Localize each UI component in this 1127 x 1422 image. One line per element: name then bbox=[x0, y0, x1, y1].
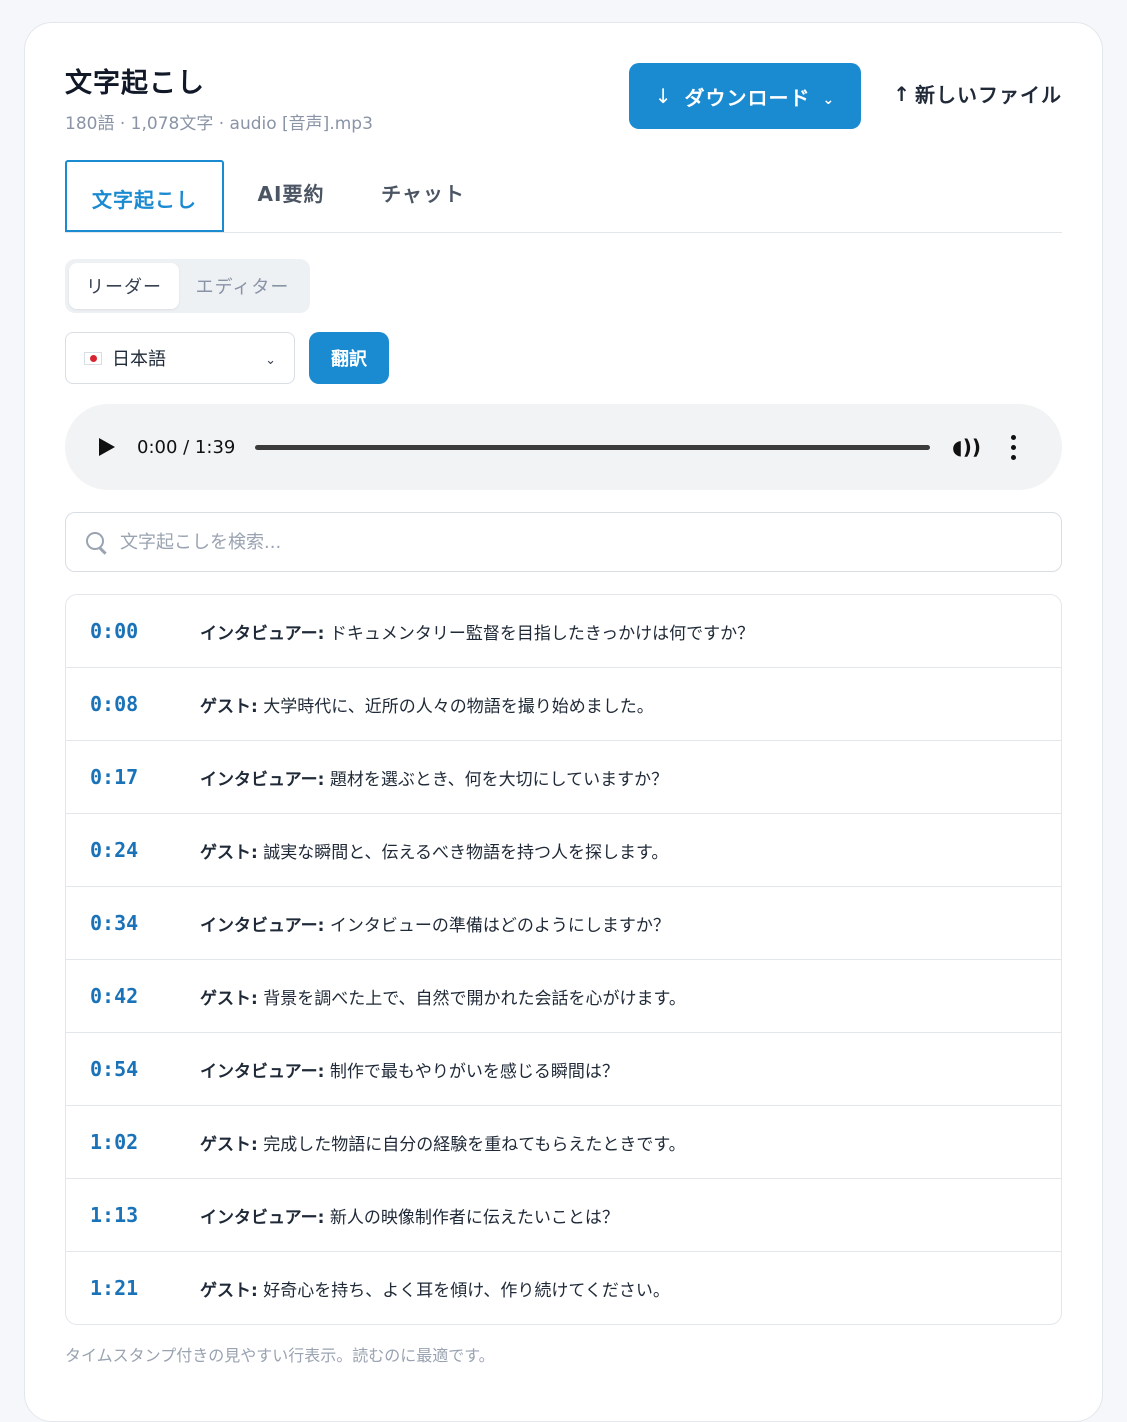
timestamp[interactable]: 0:24 bbox=[90, 838, 200, 862]
page-title: 文字起こし bbox=[65, 68, 205, 99]
speaker-label: ゲスト: bbox=[200, 1134, 258, 1155]
transcript-row[interactable]: 0:17 インタビュアー: 題材を選ぶとき、何を大切にしていますか？ bbox=[66, 740, 1061, 813]
timestamp[interactable]: 1:21 bbox=[90, 1276, 200, 1300]
language-selected: 日本語 bbox=[112, 349, 166, 370]
utterance: 題材を選ぶとき、何を大切にしていますか？ bbox=[324, 769, 669, 790]
speaker-label: ゲスト: bbox=[200, 696, 258, 717]
timestamp[interactable]: 0:17 bbox=[90, 765, 200, 789]
transcript-row[interactable]: 0:24 ゲスト: 誠実な瞬間と、伝えるべき物語を持つ人を探します。 bbox=[66, 813, 1061, 886]
playback-time: 0:00 / 1:39 bbox=[137, 436, 236, 458]
progress-bar[interactable] bbox=[255, 444, 931, 450]
editor-mode-button[interactable]: エディター bbox=[179, 263, 306, 309]
speaker-label: インタビュアー: bbox=[200, 1061, 325, 1082]
transcript-text: インタビュアー: インタビューの準備はどのようにしますか？ bbox=[200, 911, 670, 936]
tab-ai-summary[interactable]: AI要約 bbox=[224, 160, 358, 232]
utterance: 大学時代に、近所の人々の物語を撮り始めました。 bbox=[257, 696, 654, 717]
transcript-text: インタビュアー: 制作で最もやりがいを感じる瞬間は？ bbox=[200, 1057, 619, 1082]
transcript-row[interactable]: 0:08 ゲスト: 大学時代に、近所の人々の物語を撮り始めました。 bbox=[66, 667, 1061, 740]
download-button[interactable]: ↓ ダウンロード ⌄ bbox=[629, 63, 861, 129]
play-icon[interactable] bbox=[99, 438, 115, 456]
tab-bar: 文字起こし AI要約 チャット bbox=[65, 160, 1062, 233]
speaker-label: ゲスト: bbox=[200, 1280, 258, 1301]
file-info: 180語 · 1,078文字 · audio [音声].mp3 bbox=[65, 114, 373, 134]
upload-icon: ↑ bbox=[893, 81, 911, 106]
new-file-button[interactable]: ↑ 新しいファイル bbox=[893, 79, 1062, 108]
utterance: 完成した物語に自分の経験を重ねてもらえたときです。 bbox=[257, 1134, 686, 1155]
timestamp[interactable]: 0:42 bbox=[90, 984, 200, 1008]
utterance: インタビューの準備はどのようにしますか？ bbox=[324, 915, 670, 936]
tab-transcript[interactable]: 文字起こし bbox=[65, 160, 224, 232]
speaker-label: ゲスト: bbox=[200, 988, 258, 1009]
transcript-text: ゲスト: 背景を調べた上で、自然で開かれた会話を心がけます。 bbox=[200, 984, 686, 1009]
footer-note: タイムスタンプ付きの見やすい行表示。読むのに最適です。 bbox=[65, 1346, 495, 1365]
speaker-label: インタビュアー: bbox=[200, 769, 325, 790]
transcript-text: ゲスト: 誠実な瞬間と、伝えるべき物語を持つ人を探します。 bbox=[200, 838, 668, 863]
timestamp[interactable]: 1:02 bbox=[90, 1130, 200, 1154]
search-box bbox=[65, 512, 1062, 572]
timestamp[interactable]: 1:13 bbox=[90, 1203, 200, 1227]
utterance: 誠実な瞬間と、伝えるべき物語を持つ人を探します。 bbox=[257, 842, 669, 863]
download-label: ダウンロード bbox=[684, 85, 811, 110]
speaker-label: ゲスト: bbox=[200, 842, 258, 863]
transcript-list: 0:00 インタビュアー: ドキュメンタリー監督を目指したきっかけは何ですか？ 0:… bbox=[65, 594, 1062, 1325]
utterance: 新人の映像制作者に伝えたいことは？ bbox=[324, 1207, 619, 1228]
transcript-text: ゲスト: 完成した物語に自分の経験を重ねてもらえたときです。 bbox=[200, 1130, 686, 1155]
translate-button[interactable]: 翻訳 bbox=[309, 332, 389, 384]
transcript-text: インタビュアー: ドキュメンタリー監督を目指したきっかけは何ですか？ bbox=[200, 619, 754, 644]
utterance: 制作で最もやりがいを感じる瞬間は？ bbox=[324, 1061, 619, 1082]
timestamp[interactable]: 0:08 bbox=[90, 692, 200, 716]
japan-flag-icon bbox=[84, 351, 102, 365]
audio-player: 0:00 / 1:39 ◖)) bbox=[65, 404, 1062, 490]
transcript-row[interactable]: 0:34 インタビュアー: インタビューの準備はどのようにしますか？ bbox=[66, 886, 1061, 959]
volume-icon[interactable]: ◖)) bbox=[952, 435, 981, 459]
transcript-row[interactable]: 0:54 インタビュアー: 制作で最もやりがいを感じる瞬間は？ bbox=[66, 1032, 1061, 1105]
chevron-down-icon: ⌄ bbox=[265, 353, 276, 368]
speaker-label: インタビュアー: bbox=[200, 1207, 325, 1228]
search-input[interactable] bbox=[120, 531, 1041, 553]
transcript-card: 文字起こし 180語 · 1,078文字 · audio [音声].mp3 ↓ … bbox=[24, 22, 1103, 1422]
transcript-text: インタビュアー: 新人の映像制作者に伝えたいことは？ bbox=[200, 1203, 619, 1228]
language-select[interactable]: 日本語 ⌄ bbox=[65, 332, 295, 384]
transcript-text: ゲスト: 大学時代に、近所の人々の物語を撮り始めました。 bbox=[200, 692, 654, 717]
new-file-label: 新しいファイル bbox=[915, 83, 1062, 107]
transcript-text: インタビュアー: 題材を選ぶとき、何を大切にしていますか？ bbox=[200, 765, 668, 790]
utterance: 好奇心を持ち、よく耳を傾け、作り続けてください。 bbox=[257, 1280, 670, 1301]
timestamp[interactable]: 0:54 bbox=[90, 1057, 200, 1081]
more-options-icon[interactable] bbox=[1011, 434, 1016, 460]
transcript-row[interactable]: 1:02 ゲスト: 完成した物語に自分の経験を重ねてもらえたときです。 bbox=[66, 1105, 1061, 1178]
transcript-row[interactable]: 1:21 ゲスト: 好奇心を持ち、よく耳を傾け、作り続けてください。 bbox=[66, 1251, 1061, 1324]
download-icon: ↓ bbox=[654, 84, 673, 108]
speaker-label: インタビュアー: bbox=[200, 623, 325, 644]
speaker-label: インタビュアー: bbox=[200, 915, 325, 936]
transcript-row[interactable]: 0:00 インタビュアー: ドキュメンタリー監督を目指したきっかけは何ですか？ bbox=[66, 595, 1061, 667]
transcript-row[interactable]: 1:13 インタビュアー: 新人の映像制作者に伝えたいことは？ bbox=[66, 1178, 1061, 1251]
transcript-row[interactable]: 0:42 ゲスト: 背景を調べた上で、自然で開かれた会話を心がけます。 bbox=[66, 959, 1061, 1032]
chevron-down-icon: ⌄ bbox=[822, 92, 836, 108]
reader-mode-button[interactable]: リーダー bbox=[69, 263, 179, 309]
utterance: 背景を調べた上で、自然で開かれた会話を心がけます。 bbox=[257, 988, 686, 1009]
language-row: 日本語 ⌄ 翻訳 bbox=[65, 332, 1062, 384]
timestamp[interactable]: 0:34 bbox=[90, 911, 200, 935]
transcript-text: ゲスト: 好奇心を持ち、よく耳を傾け、作り続けてください。 bbox=[200, 1276, 670, 1301]
header: 文字起こし 180語 · 1,078文字 · audio [音声].mp3 ↓ … bbox=[65, 23, 1062, 161]
view-mode-toggle: リーダー エディター bbox=[65, 259, 310, 313]
tab-chat[interactable]: チャット bbox=[358, 160, 488, 232]
timestamp[interactable]: 0:00 bbox=[90, 619, 200, 643]
utterance: ドキュメンタリー監督を目指したきっかけは何ですか？ bbox=[324, 623, 755, 644]
search-icon bbox=[86, 532, 108, 554]
